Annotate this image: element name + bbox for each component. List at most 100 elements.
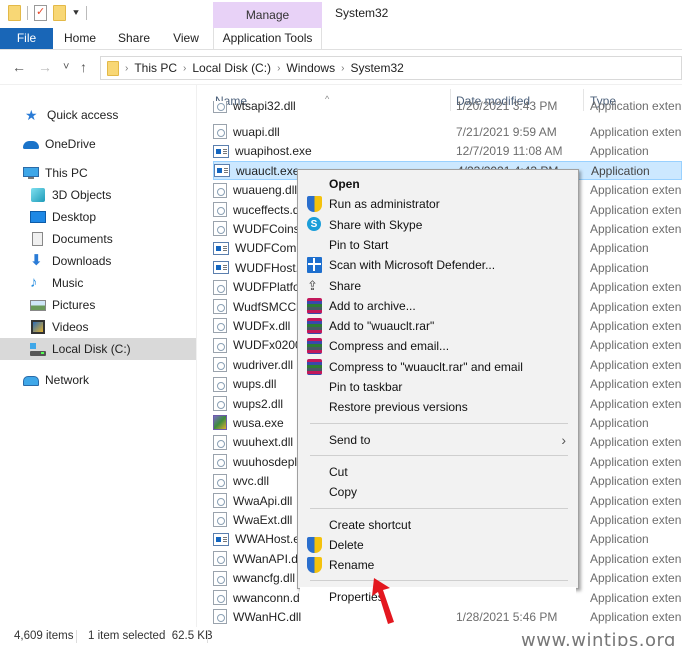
sidebar-item-this-pc[interactable]: This PC <box>0 162 196 184</box>
dll-file-icon <box>213 609 227 625</box>
sidebar-item-3d-objects[interactable]: 3D Objects <box>0 184 196 206</box>
address-bar[interactable]: › This PC › Local Disk (C:) › Windows › … <box>100 56 682 80</box>
breadcrumb-windows[interactable]: Windows <box>286 61 335 75</box>
sidebar-item-music[interactable]: ♪ Music <box>0 272 196 294</box>
application-icon <box>214 164 230 178</box>
arrow-head <box>372 578 394 624</box>
sidebar-item-network[interactable]: Network <box>0 369 196 391</box>
sidebar-item-onedrive[interactable]: OneDrive <box>0 133 196 155</box>
file-type: Application <box>590 144 649 159</box>
menu-item-share[interactable]: ⇪ Share <box>300 276 576 296</box>
star-icon: ★ <box>25 107 38 123</box>
customize-dropdown-icon[interactable]: ⯆ <box>72 8 80 19</box>
sidebar-item-label: Network <box>45 373 90 387</box>
menu-separator <box>310 507 568 509</box>
sidebar-item-documents[interactable]: Documents <box>0 228 196 250</box>
menu-item-delete[interactable]: Delete <box>300 535 576 555</box>
dll-file-icon <box>213 512 227 528</box>
file-row[interactable]: wtsapi32.dll 1/20/2021 3:43 PM Application… <box>213 101 682 113</box>
toolbar-divider <box>86 6 87 20</box>
menu-item-open[interactable]: Open <box>300 174 576 194</box>
breadcrumb-separator-icon[interactable]: › <box>341 63 344 74</box>
menu-item-copy[interactable]: Copy <box>300 482 576 502</box>
defender-icon <box>307 257 322 274</box>
folder-icon[interactable] <box>8 5 21 21</box>
dll-file-icon <box>213 279 227 295</box>
dll-file-icon <box>213 570 227 586</box>
menu-item-rename[interactable]: Rename <box>300 555 576 575</box>
new-folder-icon[interactable] <box>53 5 66 21</box>
menu-item-label: Cut <box>329 464 348 479</box>
menu-item-label: Pin to Start <box>329 237 389 252</box>
sidebar-item-downloads[interactable]: ⬇ Downloads <box>0 250 196 272</box>
file-date-modified: 7/21/2021 9:59 AM <box>456 124 557 139</box>
manage-contextual-tab[interactable]: Manage <box>213 2 322 28</box>
tab-application-tools[interactable]: Application Tools <box>213 28 322 49</box>
dll-file-icon <box>213 493 227 508</box>
forward-arrow-icon[interactable]: → <box>38 59 52 75</box>
tab-share[interactable]: Share <box>113 28 155 49</box>
sidebar-item-label: This PC <box>45 166 88 180</box>
status-bar: 4,609 items 1 item selected 62.5 KB www.… <box>0 627 682 646</box>
menu-item-run-as-administrator[interactable]: Run as administrator <box>300 194 576 214</box>
file-type: Application <box>590 532 649 547</box>
menu-item-create-shortcut[interactable]: Create shortcut <box>300 515 576 535</box>
breadcrumb-local-disk[interactable]: Local Disk (C:) <box>192 61 271 75</box>
window-title: System32 <box>335 6 389 20</box>
menu-item-add-to-archive[interactable]: Add to archive... <box>300 296 576 316</box>
computer-icon <box>23 166 39 180</box>
tab-view[interactable]: View <box>168 28 204 49</box>
menu-item-pin-to-taskbar[interactable]: Pin to taskbar <box>300 377 576 397</box>
sidebar-item-videos[interactable]: Videos <box>0 316 196 338</box>
file-name: wuapi.dll <box>233 124 280 139</box>
menu-item-compress-to-wuauclt-rar-and-email[interactable]: Compress to "wuauclt.rar" and email <box>300 357 576 377</box>
breadcrumb-separator-icon[interactable]: › <box>277 63 280 74</box>
tab-home[interactable]: Home <box>60 28 100 49</box>
sidebar-item-quick-access[interactable]: ★ Quick access <box>0 104 196 126</box>
menu-item-compress-and-email[interactable]: Compress and email... <box>300 336 576 356</box>
menu-item-label: Add to "wuauclt.rar" <box>329 319 435 334</box>
file-type: Application exten... <box>590 124 682 139</box>
file-type: Application exten... <box>590 551 682 566</box>
winrar-icon <box>307 318 322 335</box>
file-type: Application exten... <box>590 512 682 527</box>
breadcrumb-this-pc[interactable]: This PC <box>134 61 177 75</box>
menu-item-share-with-skype[interactable]: S Share with Skype <box>300 215 576 235</box>
menu-item-scan-with-microsoft-defender[interactable]: Scan with Microsoft Defender... <box>300 255 576 275</box>
breadcrumb-system32[interactable]: System32 <box>350 61 403 75</box>
properties-icon[interactable] <box>34 5 47 21</box>
menu-item-send-to[interactable]: Send to › <box>300 430 576 450</box>
watermark: www.wintips.org <box>521 630 676 646</box>
tab-file[interactable]: File <box>0 28 53 49</box>
up-arrow-icon[interactable]: ↑ <box>80 59 87 75</box>
network-icon <box>23 373 39 387</box>
sidebar-item-label: Desktop <box>52 210 97 224</box>
sidebar-item-desktop[interactable]: Desktop <box>0 206 196 228</box>
menu-item-label: Compress and email... <box>329 339 450 354</box>
menu-item-cut[interactable]: Cut <box>300 462 576 482</box>
back-arrow-icon[interactable]: ← <box>12 59 26 75</box>
application-icon <box>213 532 229 546</box>
menu-item-label: Send to <box>329 432 371 447</box>
dll-file-icon <box>213 473 227 489</box>
file-type: Application <box>590 241 649 256</box>
breadcrumb-separator-icon[interactable]: › <box>183 63 186 74</box>
menu-item-restore-previous-versions[interactable]: Restore previous versions <box>300 397 576 417</box>
file-type: Application exten... <box>590 435 682 450</box>
ribbon-tabs: File Home Share View Application Tools <box>0 28 682 50</box>
file-row[interactable]: WWanHC.dll 1/28/2021 5:46 PM Application e… <box>213 607 682 626</box>
folder-icon <box>107 60 119 76</box>
file-row[interactable]: wuapi.dll 7/21/2021 9:59 AM Application ex… <box>213 122 682 141</box>
file-type: Application exten... <box>590 101 682 113</box>
sidebar-item-pictures[interactable]: Pictures <box>0 294 196 316</box>
cube-icon <box>30 188 46 202</box>
menu-item-add-to-wuauclt-rar[interactable]: Add to "wuauclt.rar" <box>300 316 576 336</box>
menu-item-pin-to-start[interactable]: Pin to Start <box>300 235 576 255</box>
file-row[interactable]: wuapihost.exe 12/7/2019 11:08 AM Applicati… <box>213 142 682 161</box>
menu-item-properties[interactable]: Properties <box>300 587 576 608</box>
file-type: Application exten... <box>590 202 682 217</box>
recent-locations-chevron-icon[interactable]: ˅ <box>63 61 69 73</box>
breadcrumb-separator-icon[interactable]: › <box>125 63 128 74</box>
sidebar-item-local-disk[interactable]: Local Disk (C:) <box>0 338 196 360</box>
videos-icon <box>30 320 46 334</box>
